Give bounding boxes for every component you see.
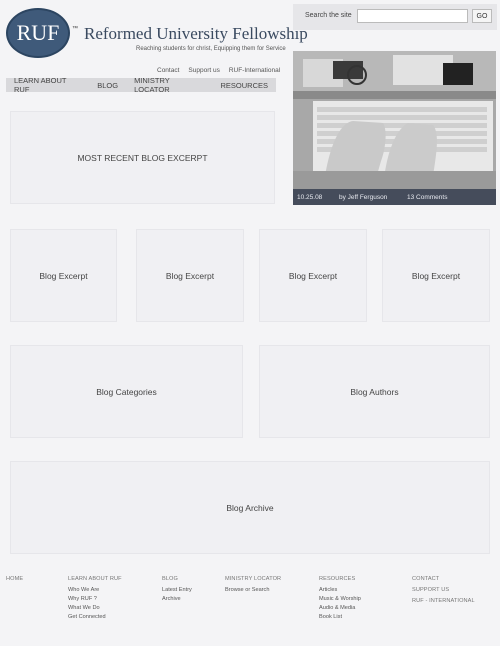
ruf-logo[interactable]: RUF (6, 8, 70, 58)
search-go-button[interactable]: GO (472, 9, 492, 23)
recent-excerpt-label: MOST RECENT BLOG EXCERPT (77, 152, 208, 163)
trademark-mark: ™ (72, 26, 78, 32)
nav-blog[interactable]: BLOG (89, 81, 126, 90)
support-link[interactable]: Support us (188, 67, 219, 74)
footer-link-what-we-do[interactable]: What We Do (68, 605, 122, 611)
international-link[interactable]: RUF-International (229, 67, 280, 74)
post-date: 10.25.08 (297, 193, 323, 201)
nav-learn-about-ruf[interactable]: LEARN ABOUT RUF (6, 76, 89, 94)
categories-label: Blog Categories (96, 386, 157, 397)
excerpt-label: Blog Excerpt (411, 270, 461, 281)
footer-resources-heading[interactable]: RESOURCES (319, 576, 361, 582)
footer-link-articles[interactable]: Articles (319, 587, 361, 593)
keyboard-photo (293, 51, 496, 205)
footer-home-col: HOME (6, 576, 23, 587)
footer-learn-col: LEARN ABOUT RUF Who We Are Why RUF ? Wha… (68, 576, 122, 623)
footer-blog-heading[interactable]: BLOG (162, 576, 192, 582)
contact-link[interactable]: Contact (157, 67, 179, 74)
search-label: Search the site (305, 12, 352, 19)
archive-label: Blog Archive (226, 502, 274, 513)
footer-blog-col: BLOG Latest Entry Archive (162, 576, 192, 605)
excerpt-label: Blog Excerpt (39, 270, 88, 281)
featured-photo[interactable]: 10.25.08 by Jeff Ferguson 13 Comments (293, 51, 496, 205)
footer-international-link[interactable]: RUF - INTERNATIONAL (412, 598, 475, 604)
footer-locator-col: MINISTRY LOCATOR Browse or Search (225, 576, 281, 596)
post-author[interactable]: by Jeff Ferguson (335, 194, 403, 201)
footer-link-why-ruf[interactable]: Why RUF ? (68, 596, 122, 602)
blog-excerpt-2[interactable]: Blog Excerpt (136, 229, 244, 322)
excerpt-label: Blog Excerpt (288, 270, 338, 281)
blog-excerpt-3[interactable]: Blog Excerpt (259, 229, 367, 322)
footer-contact-col: CONTACT SUPPORT US RUF - INTERNATIONAL (412, 576, 475, 609)
footer-link-latest-entry[interactable]: Latest Entry (162, 587, 192, 593)
footer-link-book-list[interactable]: Book List (319, 614, 361, 620)
footer-resources-col: RESOURCES Articles Music & Worship Audio… (319, 576, 361, 623)
footer-link-browse-search[interactable]: Browse or Search (225, 587, 281, 593)
nav-ministry-locator[interactable]: MINISTRY LOCATOR (126, 76, 212, 94)
blog-archive[interactable]: Blog Archive (10, 461, 490, 554)
blog-categories[interactable]: Blog Categories (10, 345, 243, 438)
footer-link-get-connected[interactable]: Get Connected (68, 614, 122, 620)
excerpt-label: Blog Excerpt (165, 270, 215, 281)
footer-learn-heading[interactable]: LEARN ABOUT RUF (68, 576, 122, 582)
main-nav: LEARN ABOUT RUF BLOG MINISTRY LOCATOR RE… (6, 76, 276, 94)
blog-excerpt-4[interactable]: Blog Excerpt (382, 229, 490, 322)
search-input[interactable] (357, 9, 468, 23)
blog-excerpt-1[interactable]: Blog Excerpt (10, 229, 117, 322)
nav-resources[interactable]: RESOURCES (212, 81, 276, 90)
blog-authors[interactable]: Blog Authors (259, 345, 490, 438)
post-comments[interactable]: 13 Comments (403, 194, 447, 201)
footer-contact-link[interactable]: CONTACT (412, 576, 475, 582)
footer-link-audio-media[interactable]: Audio & Media (319, 605, 361, 611)
footer-link-who-we-are[interactable]: Who We Are (68, 587, 122, 593)
site-footer: HOME LEARN ABOUT RUF Who We Are Why RUF … (0, 576, 500, 646)
photo-caption: 10.25.08 by Jeff Ferguson 13 Comments (293, 189, 496, 205)
site-tagline: Reaching students for christ, Equipping … (136, 46, 286, 52)
footer-support-link[interactable]: SUPPORT US (412, 587, 475, 593)
site-title[interactable]: Reformed University Fellowship (84, 24, 308, 44)
footer-home-link[interactable]: HOME (6, 576, 23, 582)
footer-link-archive[interactable]: Archive (162, 596, 192, 602)
authors-label: Blog Authors (350, 386, 399, 397)
recent-blog-excerpt[interactable]: MOST RECENT BLOG EXCERPT (10, 111, 275, 204)
utility-links: Contact Support us RUF-International (157, 67, 280, 74)
footer-locator-heading[interactable]: MINISTRY LOCATOR (225, 576, 281, 582)
footer-link-music-worship[interactable]: Music & Worship (319, 596, 361, 602)
